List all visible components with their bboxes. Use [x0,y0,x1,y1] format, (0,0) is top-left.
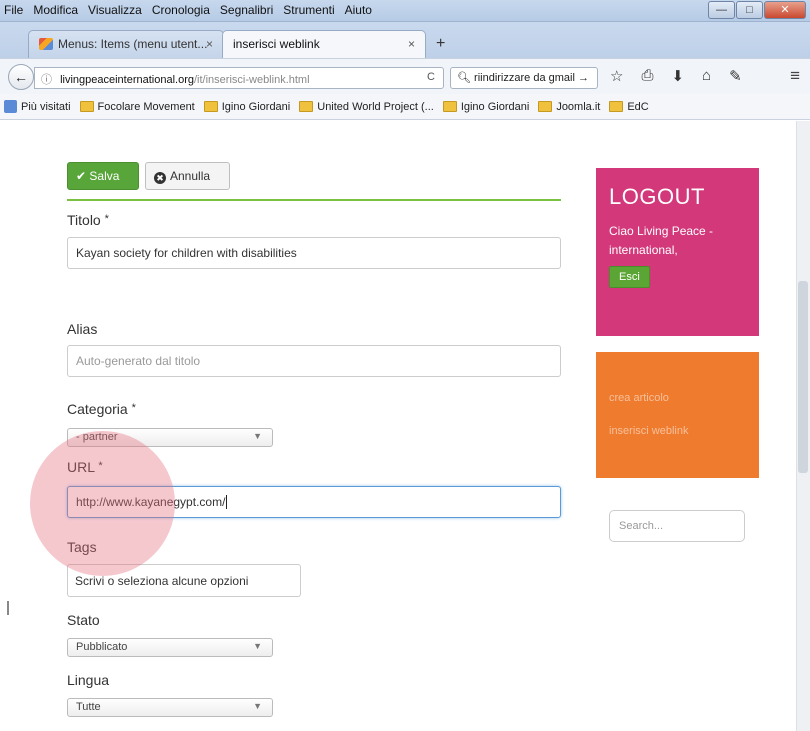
chevron-down-icon: ▼ [253,701,262,711]
bookmarks-bar: Più visitati Focolare Movement Igino Gio… [0,94,810,120]
search-value: riindirizzare da gmail [474,72,575,84]
home-icon[interactable]: ⌂ [702,67,711,85]
alias-input[interactable]: Auto-generato dal titolo [67,345,561,377]
new-tab-icon[interactable]: + [436,35,445,53]
alias-label: Alias [67,321,98,337]
cancel-icon: ✖ [154,172,166,184]
menu-aiuto[interactable]: Aiuto [345,3,372,17]
title-input[interactable]: Kayan society for children with disabili… [67,237,561,269]
bookmark-label: EdC [627,100,649,113]
menu-strumenti[interactable]: Strumenti [283,3,334,17]
user-menu-module: crea articolo inserisci weblink [596,352,759,478]
menu-bar: File Modifica Visualizza Cronologia Segn… [4,3,372,17]
menu-file[interactable]: File [4,3,23,17]
menu-visualizza[interactable]: Visualizza [88,3,142,17]
click-highlight-circle [30,431,175,576]
cancel-label: Annulla [170,169,211,183]
minimize-button[interactable]: — [708,1,735,19]
folder-icon [79,101,94,112]
tab-label: inserisci weblink [233,37,320,51]
bookmark-focolare[interactable]: Focolare Movement [79,100,195,113]
folder-icon [609,101,624,112]
folder-icon [538,101,553,112]
edge-mark [7,601,9,615]
tab-strip: Menus: Items (menu utent... × inserisci … [0,22,810,58]
cancel-button[interactable]: ✖ Annulla [145,162,230,190]
tab-close-icon[interactable]: × [408,37,415,51]
tab-inserisci-weblink[interactable]: inserisci weblink × [222,30,426,58]
page-scrollbar[interactable] [796,121,810,731]
check-icon: ✔ [76,169,87,183]
chevron-down-icon: ▼ [253,641,262,651]
bookmark-igino-giordani[interactable]: Igino Giordani [203,100,291,113]
site-search-input[interactable]: Search... [609,510,745,542]
folder-icon [442,101,457,112]
menu-link-inserisci-weblink[interactable]: inserisci weblink [609,425,746,437]
bookmark-edc[interactable]: EdC [609,100,649,113]
menu-link-crea-articolo[interactable]: crea articolo [609,392,746,404]
chevron-down-icon: ▼ [253,431,262,441]
bookmark-piu-visitati[interactable]: Più visitati [4,100,71,113]
menu-cronologia[interactable]: Cronologia [152,3,210,17]
bookmark-igino-giordani-2[interactable]: Igino Giordani [442,100,530,113]
save-label: Salva [89,169,120,183]
page-content: ✔ Salva ✖ Annulla Titolo * Kayan society … [0,121,810,731]
bookmark-label: Igino Giordani [221,100,291,113]
language-select[interactable]: Tutte ▼ [67,698,273,717]
window-controls: — □ ✕ [708,1,806,19]
menu-segnalibri[interactable]: Segnalibri [220,3,273,17]
bookmark-label: Focolare Movement [97,100,195,113]
save-button[interactable]: ✔ Salva [67,162,139,190]
bookmark-label: Igino Giordani [460,100,530,113]
hamburger-menu-icon[interactable]: ≡ [790,66,800,86]
status-label: Stato [67,612,100,628]
info-icon[interactable]: ⓘ [41,74,52,86]
navigation-bar: ← ⓘ livingpeaceinternational.org/it/inse… [0,58,810,94]
logout-module: LOGOUT Ciao Living Peace - international… [596,168,759,336]
title-label: Titolo * [67,212,109,228]
bookmark-label: Più visitati [21,100,71,113]
joomla-favicon-icon [39,38,53,50]
category-label: Categoria * [67,401,136,417]
status-select[interactable]: Pubblicato ▼ [67,638,273,657]
browser-search-input[interactable]: 🔍︎ riindirizzare da gmail → [450,67,598,89]
search-go-icon[interactable]: → [578,72,589,84]
bookmark-label: Joomla.it [556,100,601,113]
search-icon: 🔍︎ [457,72,471,84]
toolbar-icons: ☆ ⎙ ⬇ ⌂ ✎ [610,67,742,85]
close-window-button[interactable]: ✕ [764,1,806,19]
most-visited-icon [4,100,17,113]
language-label: Lingua [67,672,110,688]
download-icon[interactable]: ⬇ [671,67,684,85]
url-bar[interactable]: ⓘ livingpeaceinternational.org/it/inseri… [34,67,444,89]
bookmark-label: United World Project (... [317,100,434,113]
logout-title: LOGOUT [609,184,705,209]
greeting-text: Ciao Living Peace - international, [609,224,714,257]
folder-icon [203,101,218,112]
title-bar: File Modifica Visualizza Cronologia Segn… [0,0,810,22]
form-divider [67,199,561,201]
bookmark-united-world[interactable]: United World Project (... [299,101,434,113]
reload-icon[interactable]: C [427,71,435,83]
url-host: livingpeaceinternational.org [60,74,194,86]
reading-list-icon[interactable]: ⎙ [641,67,653,85]
bookmark-star-icon[interactable]: ☆ [610,67,623,85]
url-path: /it/inserisci-weblink.html [194,74,310,86]
tab-label: Menus: Items (menu utent... [58,37,208,51]
back-button[interactable]: ← [8,64,34,90]
maximize-button[interactable]: □ [736,1,763,19]
bookmark-joomla[interactable]: Joomla.it [538,101,600,113]
menu-modifica[interactable]: Modifica [33,3,78,17]
extension-icon[interactable]: ✎ [729,67,742,85]
esci-button[interactable]: Esci [609,266,650,288]
tab-menus-items[interactable]: Menus: Items (menu utent... × [28,30,224,58]
tab-close-icon[interactable]: × [206,37,213,51]
folder-icon [299,101,314,112]
scrollbar-thumb[interactable] [798,281,808,473]
